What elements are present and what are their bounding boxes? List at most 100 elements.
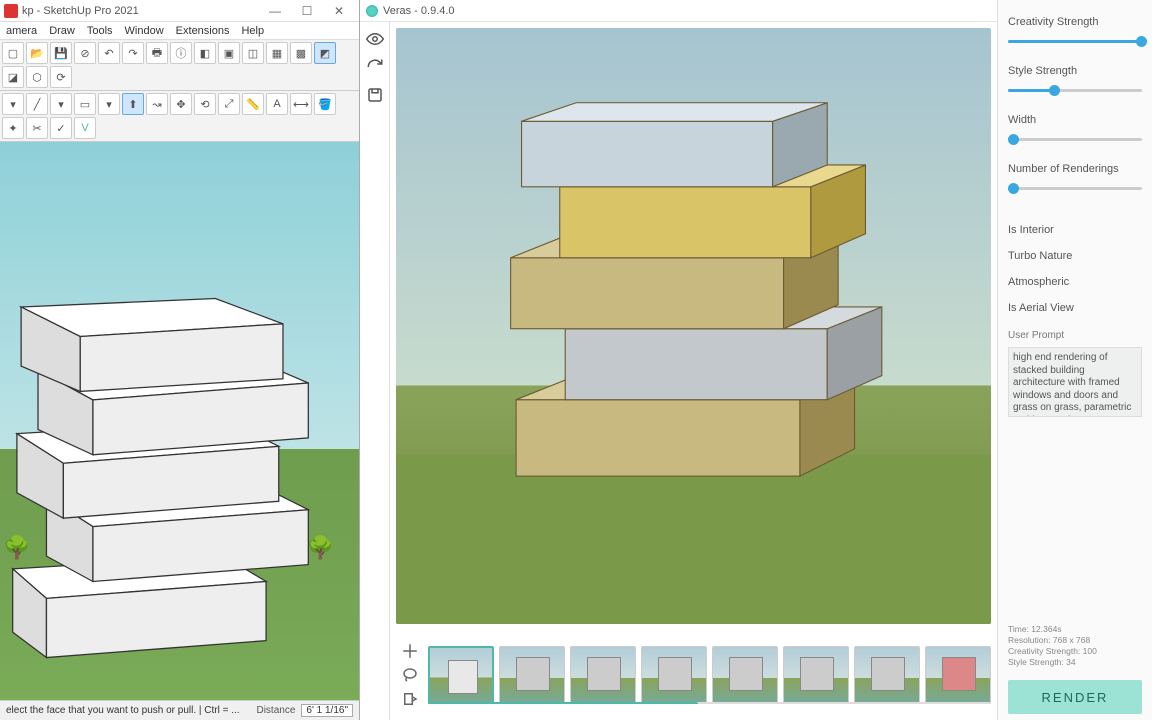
thumbnail[interactable]: [854, 646, 920, 704]
menu-item[interactable]: Extensions: [176, 25, 230, 37]
veras-sidebar: [360, 22, 390, 720]
new-icon[interactable]: ▢: [2, 42, 24, 64]
thumbnail[interactable]: [712, 646, 778, 704]
creativity-slider[interactable]: [1008, 40, 1142, 43]
sketchup-toolbar-2: ▾ ╱ ▾ ▭ ▾ ⬆ ↝ ✥ ⟲ ⤢ 📏 A ⟷ 🪣 ✦ ✂ ✓ V: [0, 91, 359, 142]
hidden-icon[interactable]: ◫: [242, 42, 264, 64]
thumbnail[interactable]: [783, 646, 849, 704]
wire-icon[interactable]: ▣: [218, 42, 240, 64]
thumbnail[interactable]: [499, 646, 565, 704]
tree-icon: 🌳: [307, 535, 334, 561]
tree-icon: 🌳: [3, 535, 30, 561]
extension-icon[interactable]: ⬡: [26, 66, 48, 88]
axes-icon[interactable]: ✦: [2, 117, 24, 139]
menu-item[interactable]: Window: [125, 25, 164, 37]
section-icon[interactable]: ✂: [26, 117, 48, 139]
minimize-button[interactable]: —: [259, 4, 291, 18]
stat-style: Style Strength: 34: [1008, 657, 1142, 668]
thumbnail[interactable]: [641, 646, 707, 704]
atmospheric-toggle[interactable]: Atmospheric: [1008, 272, 1142, 292]
crosshair-icon[interactable]: [401, 642, 419, 660]
lasso-icon[interactable]: [401, 666, 419, 684]
sketchup-toolbar-1: ▢ 📂 💾 ⊘ ↶ ↷ 🖶 ⓘ ◧ ▣ ◫ ▦ ▩ ◩ ◪ ⬡ ⟳: [0, 40, 359, 91]
is-aerial-toggle[interactable]: Is Aerial View: [1008, 298, 1142, 318]
line-icon[interactable]: ╱: [26, 93, 48, 115]
pushpull-icon[interactable]: ⬆: [122, 93, 144, 115]
print-icon[interactable]: 🖶: [146, 42, 168, 64]
render-button[interactable]: RENDER: [1008, 680, 1142, 714]
stat-time: Time: 12.364s: [1008, 624, 1142, 635]
monochrome-icon[interactable]: ◩: [314, 42, 336, 64]
is-interior-toggle[interactable]: Is Interior: [1008, 220, 1142, 240]
sketchup-logo-icon: [4, 4, 18, 18]
thumbnail-strip: [428, 646, 991, 704]
maximize-button[interactable]: ☐: [291, 4, 323, 18]
menu-item[interactable]: Help: [241, 25, 264, 37]
renderings-slider[interactable]: [1008, 187, 1142, 190]
stat-creativity: Creativity Strength: 100: [1008, 646, 1142, 657]
thumbnail[interactable]: [570, 646, 636, 704]
thumbnail[interactable]: [925, 646, 991, 704]
redo-icon[interactable]: ↷: [122, 42, 144, 64]
sketchup-title: kp - SketchUp Pro 2021: [22, 5, 139, 17]
width-slider[interactable]: [1008, 138, 1142, 141]
iso-icon[interactable]: ◧: [194, 42, 216, 64]
veras-icon[interactable]: V: [74, 117, 96, 139]
cancel-icon[interactable]: ⊘: [74, 42, 96, 64]
render-preview[interactable]: [396, 28, 991, 624]
distance-value[interactable]: 6' 1 1/16": [301, 704, 353, 717]
veras-bottom-bar: [390, 630, 997, 720]
render-stats: Time: 12.364s Resolution: 768 x 768 Crea…: [1008, 624, 1142, 668]
menu-item[interactable]: amera: [6, 25, 37, 37]
stat-resolution: Resolution: 768 x 768: [1008, 635, 1142, 646]
veras-center: Veras - 0.9.4.0: [360, 0, 997, 720]
creativity-label: Creativity Strength: [1008, 16, 1142, 28]
paint-icon[interactable]: 🪣: [314, 93, 336, 115]
move-icon[interactable]: ✥: [170, 93, 192, 115]
menu-item[interactable]: Draw: [49, 25, 75, 37]
menu-item[interactable]: Tools: [87, 25, 113, 37]
veras-title: Veras - 0.9.4.0: [383, 5, 455, 17]
orbit-icon[interactable]: ⟳: [50, 66, 72, 88]
sketchup-viewport[interactable]: 🌳 🌳: [0, 142, 359, 700]
width-label: Width: [1008, 114, 1142, 126]
arc-icon[interactable]: ▾: [50, 93, 72, 115]
sketchup-menubar: amera Draw Tools Window Extensions Help: [0, 22, 359, 40]
material-icon[interactable]: ▾: [98, 93, 120, 115]
style-icon[interactable]: ◪: [2, 66, 24, 88]
select-icon[interactable]: ▾: [2, 93, 24, 115]
style-slider[interactable]: [1008, 89, 1142, 92]
rendered-building: [396, 28, 991, 624]
open-icon[interactable]: 📂: [26, 42, 48, 64]
shaded-icon[interactable]: ▦: [266, 42, 288, 64]
thumbnail[interactable]: [428, 646, 494, 704]
rotate-icon[interactable]: ⟲: [194, 93, 216, 115]
sketchup-statusbar: elect the face that you want to push or …: [0, 700, 359, 720]
renderings-label: Number of Renderings: [1008, 163, 1142, 175]
text-icon[interactable]: A: [266, 93, 288, 115]
thumb-scrollbar[interactable]: [428, 702, 991, 704]
info-icon[interactable]: ⓘ: [170, 42, 192, 64]
save-icon[interactable]: 💾: [50, 42, 72, 64]
undo-icon[interactable]: ↶: [98, 42, 120, 64]
eye-icon[interactable]: [366, 30, 384, 48]
dim-icon[interactable]: ⟷: [290, 93, 312, 115]
status-hint: elect the face that you want to push or …: [6, 705, 240, 716]
distance-label: Distance: [256, 705, 295, 716]
user-prompt-input[interactable]: high end rendering of stacked building a…: [1008, 347, 1142, 417]
export-icon[interactable]: [401, 690, 419, 708]
rect-icon[interactable]: ▭: [74, 93, 96, 115]
sketchup-window: kp - SketchUp Pro 2021 — ☐ ✕ amera Draw …: [0, 0, 360, 720]
refresh-icon[interactable]: [366, 58, 384, 76]
turbo-nature-toggle[interactable]: Turbo Nature: [1008, 246, 1142, 266]
veras-titlebar: Veras - 0.9.4.0: [360, 0, 997, 22]
tape-icon[interactable]: 📏: [242, 93, 264, 115]
texture-icon[interactable]: ▩: [290, 42, 312, 64]
close-button[interactable]: ✕: [323, 4, 355, 18]
style-label: Style Strength: [1008, 65, 1142, 77]
follow-icon[interactable]: ↝: [146, 93, 168, 115]
model-boxes: [0, 142, 359, 700]
save-render-icon[interactable]: [366, 86, 384, 104]
check-icon[interactable]: ✓: [50, 117, 72, 139]
scale-icon[interactable]: ⤢: [218, 93, 240, 115]
